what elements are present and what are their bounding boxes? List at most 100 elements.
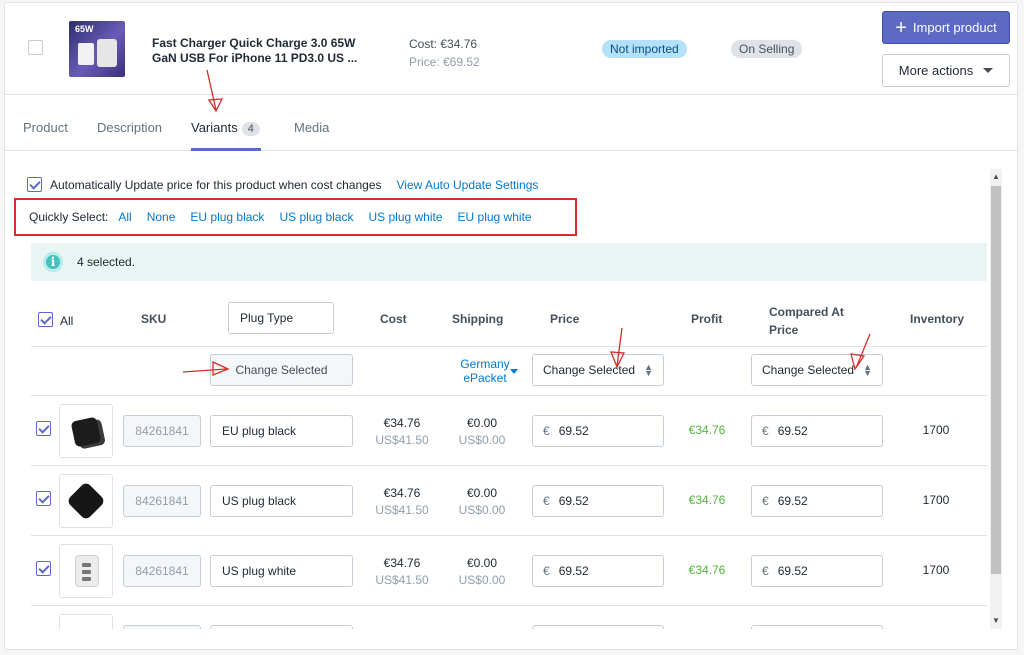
quick-select-none[interactable]: None <box>147 210 176 224</box>
sku-field[interactable]: 84261841 <box>123 485 201 517</box>
ship-eur: €0.00 <box>466 556 498 570</box>
caret-down-icon <box>983 68 994 73</box>
cost-cell: €34.76 US$41.50 <box>367 485 437 519</box>
table-row-partial <box>31 606 987 629</box>
select-all-checkbox[interactable] <box>38 312 53 327</box>
quick-select-label: Quickly Select: <box>29 210 109 224</box>
scroll-up-arrow-icon[interactable]: ▲ <box>990 171 1002 183</box>
cost-cell: €34.76 US$41.50 <box>367 415 437 449</box>
more-actions-button[interactable]: More actions <box>882 54 1010 87</box>
quick-select-bar: Quickly Select: All None EU plug black U… <box>14 198 577 236</box>
tab-media[interactable]: Media <box>294 120 329 135</box>
currency-symbol: € <box>762 564 769 578</box>
import-status-badge: Not imported <box>602 40 687 58</box>
table-row: 84261841 US plug black €34.76 US$41.50 €0… <box>31 466 987 536</box>
cost-eur: €34.76 <box>383 486 421 500</box>
price-input[interactable]: €69.52 <box>532 555 664 587</box>
plus-icon: + <box>895 16 907 39</box>
header-profit: Profit <box>691 312 723 326</box>
quick-select-all[interactable]: All <box>118 210 131 224</box>
price-input[interactable]: €69.52 <box>532 415 664 447</box>
variant-image[interactable] <box>59 614 113 629</box>
price-value: 69.52 <box>558 424 589 438</box>
shipping-method-label: Germany ePacket <box>460 357 510 385</box>
updown-arrows-icon: ▲ ▼ <box>863 362 872 378</box>
compared-price-input[interactable]: €69.52 <box>751 415 883 447</box>
scroll-down-arrow-icon[interactable]: ▼ <box>990 615 1002 627</box>
selection-count: 4 selected. <box>77 255 136 269</box>
tab-variants[interactable]: Variants 4 <box>191 120 260 136</box>
price-input[interactable]: €69.52 <box>532 485 664 517</box>
compared-price-input[interactable] <box>751 625 883 629</box>
cost-usd: US$41.50 <box>375 433 429 447</box>
plug-type-change-selected[interactable]: Change Selected <box>210 354 353 386</box>
header-shipping: Shipping <box>452 312 504 326</box>
selling-status-badge: On Selling <box>731 40 803 58</box>
compared-price-input[interactable]: €69.52 <box>751 485 883 517</box>
header-compared-at-price: Compared At Price <box>769 305 844 337</box>
caret-down-icon <box>510 369 518 374</box>
price-input[interactable] <box>532 625 664 629</box>
row-checkbox[interactable] <box>36 491 51 506</box>
ship-usd: US$0.00 <box>458 503 506 517</box>
product-checkbox[interactable] <box>28 40 43 55</box>
scrollbar-thumb[interactable] <box>991 186 1001 574</box>
header-inventory: Inventory <box>910 312 965 326</box>
cost-cell: €34.76 US$41.50 <box>367 555 437 589</box>
auto-update-checkbox[interactable] <box>27 177 42 192</box>
quick-select-eu-plug-black[interactable]: EU plug black <box>190 210 264 224</box>
inventory-value: 1700 <box>922 493 950 507</box>
profit-value: €34.76 <box>688 563 726 577</box>
variant-image[interactable] <box>59 544 113 598</box>
row-checkbox[interactable] <box>36 421 51 436</box>
tab-bar: Product Description Variants 4 Media <box>5 96 1017 151</box>
quick-select-us-plug-white[interactable]: US plug white <box>368 210 442 224</box>
variant-name-input[interactable] <box>210 625 353 629</box>
row-checkbox[interactable] <box>36 561 51 576</box>
currency-symbol: € <box>543 564 550 578</box>
cost-usd: US$41.50 <box>375 573 429 587</box>
quick-select-us-plug-black[interactable]: US plug black <box>279 210 353 224</box>
variant-name-input[interactable]: US plug black <box>210 485 353 517</box>
tab-description[interactable]: Description <box>97 120 162 135</box>
change-selected-label: Change Selected <box>235 363 328 377</box>
inventory-value: 1700 <box>922 563 950 577</box>
selection-banner: i 4 selected. <box>31 243 987 281</box>
quick-select-eu-plug-white[interactable]: EU plug white <box>458 210 532 224</box>
charger-shape <box>78 43 94 65</box>
product-thumbnail: 65W <box>69 21 125 77</box>
shipping-method-select[interactable]: Germany ePacket <box>450 357 520 385</box>
auto-update-row: Automatically Update price for this prod… <box>27 177 538 192</box>
cost-eur: €34.76 <box>383 416 421 430</box>
product-title[interactable]: Fast Charger Quick Charge 3.0 65W GaN US… <box>152 36 377 66</box>
active-tab-indicator <box>191 148 261 151</box>
shipping-cell: €0.00 US$0.00 <box>447 555 517 589</box>
sku-field[interactable]: 84261841 <box>123 555 201 587</box>
sku-field[interactable] <box>123 625 201 629</box>
tab-variants-label: Variants <box>191 120 238 135</box>
header-cost: Cost <box>380 312 407 326</box>
variant-image[interactable] <box>59 474 113 528</box>
compared-price-change-selected[interactable]: Change Selected ▲ ▼ <box>751 354 883 386</box>
currency-symbol: € <box>543 494 550 508</box>
updown-arrows-icon: ▲ ▼ <box>644 362 653 378</box>
plug-type-input[interactable]: Plug Type <box>228 302 334 334</box>
tab-product[interactable]: Product <box>23 120 68 135</box>
info-icon: i <box>43 252 63 272</box>
price-change-selected[interactable]: Change Selected ▲ ▼ <box>532 354 664 386</box>
charger-black-shape <box>70 416 102 448</box>
auto-update-settings-link[interactable]: View Auto Update Settings <box>397 178 539 192</box>
sku-field[interactable]: 84261841 <box>123 415 201 447</box>
table-row: 84261841 EU plug black €34.76 US$41.50 €0… <box>31 396 987 466</box>
inventory-value: 1700 <box>922 423 950 437</box>
variant-name-input[interactable]: US plug white <box>210 555 353 587</box>
table-row: 84261841 US plug white €34.76 US$41.50 €0… <box>31 536 987 606</box>
compared-price-input[interactable]: €69.52 <box>751 555 883 587</box>
compared-price-value: 69.52 <box>777 494 808 508</box>
import-product-button[interactable]: + Import product <box>882 11 1010 44</box>
ship-usd: US$0.00 <box>458 573 506 587</box>
ship-usd: US$0.00 <box>458 433 506 447</box>
variant-name-input[interactable]: EU plug black <box>210 415 353 447</box>
variant-image[interactable] <box>59 404 113 458</box>
header-sku: SKU <box>141 312 167 326</box>
